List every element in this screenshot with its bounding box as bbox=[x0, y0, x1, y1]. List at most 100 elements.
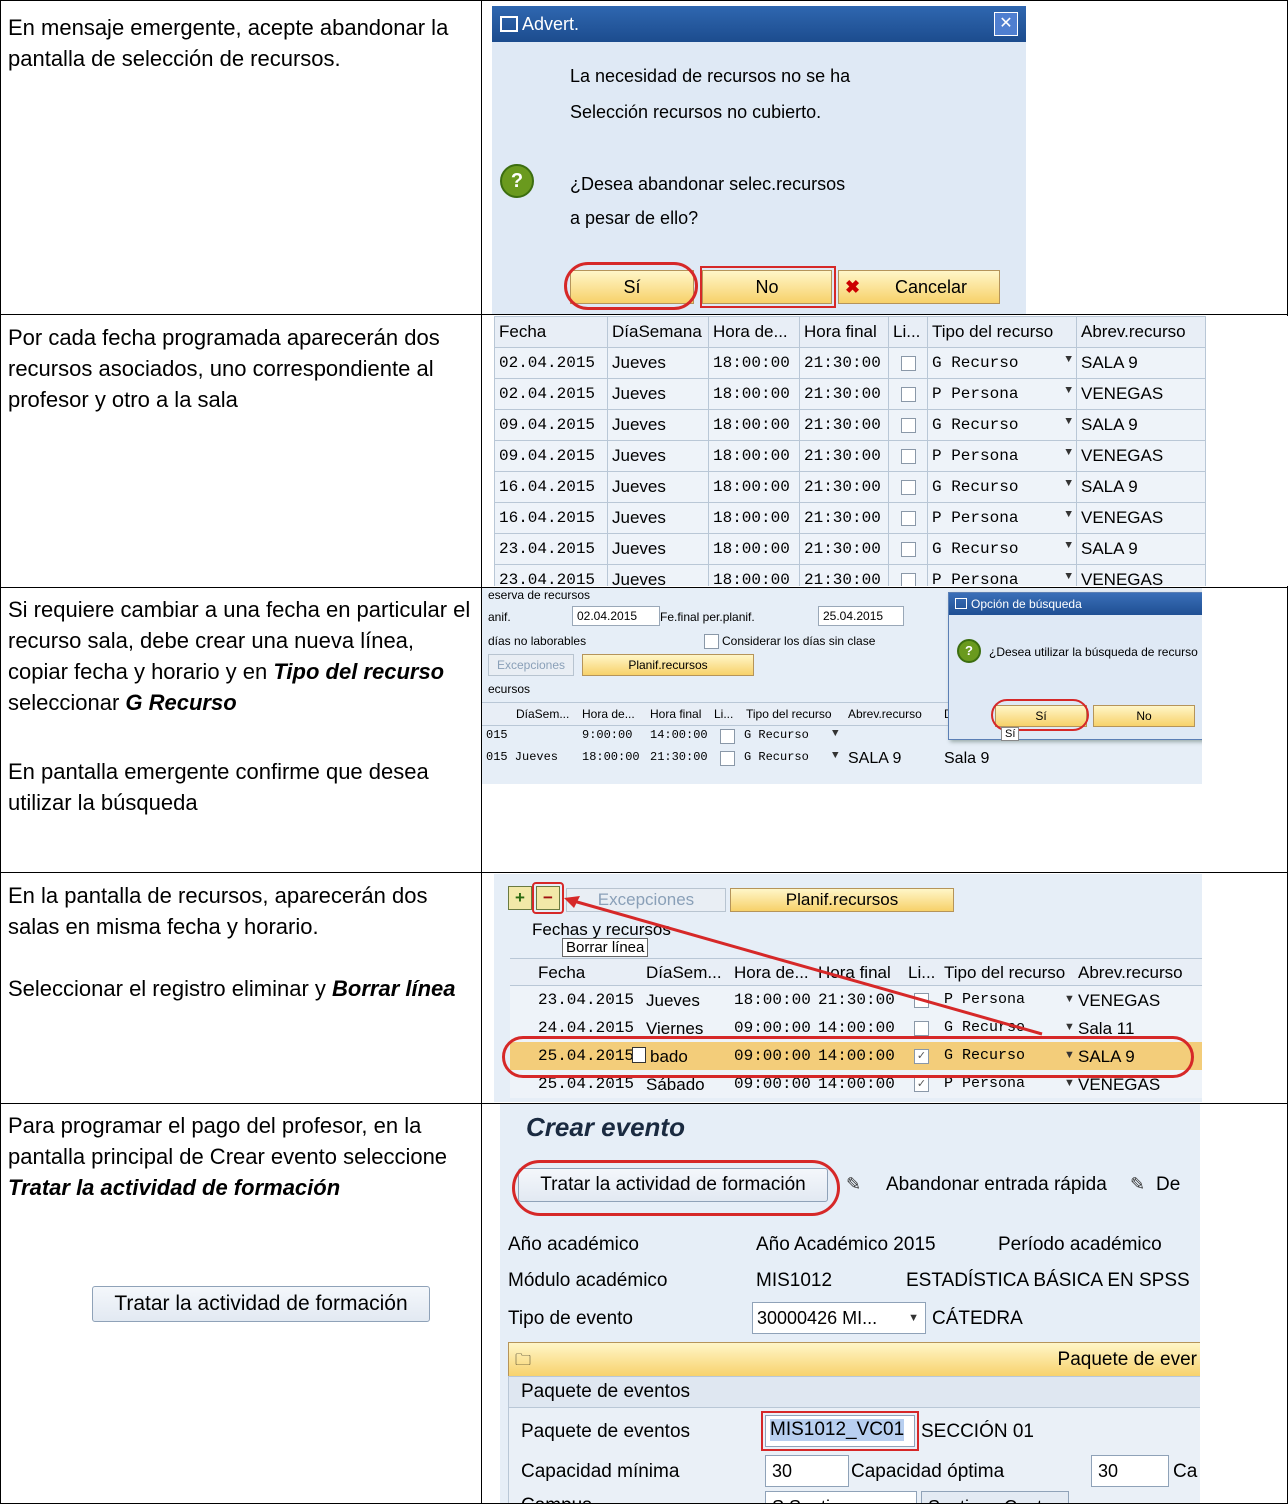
checkbox[interactable] bbox=[900, 449, 916, 465]
col-tipo-recurso[interactable]: Tipo del recurso bbox=[927, 316, 1077, 348]
dropdown-arrow-icon[interactable]: ▼ bbox=[1065, 447, 1072, 459]
cell-tipo[interactable]: G Recurso ▼ bbox=[927, 347, 1077, 379]
capopt-input[interactable]: 30 bbox=[1091, 1455, 1169, 1487]
cell-tipo[interactable]: G Recurso ▼ bbox=[927, 533, 1077, 565]
cell-fecha[interactable]: 23.04.2015 bbox=[494, 533, 608, 565]
cell-hora-final[interactable]: 21:30:00 bbox=[799, 440, 889, 472]
planif-recursos-button[interactable]: Planif.recursos bbox=[582, 654, 754, 676]
tratar-actividad-button-sample[interactable]: Tratar la actividad de formación bbox=[92, 1286, 430, 1322]
table-row[interactable]: 16.04.2015 Jueves 18:00:00 21:30:00 G Re… bbox=[494, 471, 1206, 503]
capmin-input[interactable]: 30 bbox=[765, 1455, 849, 1487]
campus-input[interactable]: S Santiago bbox=[765, 1491, 917, 1503]
col-hora-final[interactable]: Hora final bbox=[799, 316, 889, 348]
checkbox[interactable] bbox=[900, 356, 916, 372]
cell-hora-de[interactable]: 9:00:00 bbox=[582, 728, 632, 742]
cell-fecha[interactable]: 015 bbox=[486, 728, 508, 742]
cell-hora-final[interactable]: 21:30:00 bbox=[799, 347, 889, 379]
col-diasem[interactable]: DíaSem... bbox=[516, 707, 569, 721]
cell-hora-de[interactable]: 18:00:00 bbox=[708, 502, 800, 534]
col-tipo[interactable]: Tipo del recurso bbox=[746, 707, 832, 721]
checkbox[interactable] bbox=[900, 573, 916, 586]
table-row[interactable]: 015 Jueves 18:00:00 21:30:00 G Recurso ▼… bbox=[482, 748, 1202, 768]
cell-tipo[interactable]: P Persona ▼ bbox=[927, 502, 1077, 534]
cell-tipo[interactable]: P Persona ▼ bbox=[927, 564, 1077, 586]
cell-hora-final[interactable]: 14:00:00 bbox=[650, 728, 708, 742]
table-row[interactable]: 16.04.2015 Jueves 18:00:00 21:30:00 P Pe… bbox=[494, 502, 1206, 534]
cell-d[interactable]: Sala 9 bbox=[944, 750, 989, 768]
cell-hora-final[interactable]: 21:30:00 bbox=[650, 750, 708, 764]
edit-icon[interactable]: ✎ bbox=[846, 1174, 861, 1195]
cell-fecha[interactable]: 015 Jueves bbox=[486, 750, 558, 764]
cell-abrev[interactable]: VENEGAS bbox=[1076, 502, 1206, 534]
dropdown-arrow-icon[interactable]: ▼ bbox=[1065, 509, 1072, 521]
paquete-toggle-bar[interactable]: 🗀 Paquete de ever bbox=[508, 1342, 1200, 1378]
no-button[interactable]: No bbox=[1093, 705, 1195, 727]
cell-hora-final[interactable]: 21:30:00 bbox=[799, 502, 889, 534]
close-icon[interactable]: ✕ bbox=[994, 12, 1018, 36]
sinclase-checkbox[interactable] bbox=[704, 634, 719, 649]
end-date-field[interactable]: 25.04.2015 bbox=[818, 606, 904, 626]
cell-fecha[interactable]: 09.04.2015 bbox=[494, 409, 608, 441]
cell-tipo[interactable]: G Recurso ▼ bbox=[927, 409, 1077, 441]
cell-fecha[interactable]: 09.04.2015 bbox=[494, 440, 608, 472]
checkbox[interactable] bbox=[720, 751, 735, 766]
table-row[interactable]: 23.04.2015 Jueves 18:00:00 21:30:00 G Re… bbox=[494, 533, 1206, 565]
cell-tipo[interactable]: P Persona ▼ bbox=[927, 440, 1077, 472]
col-fecha[interactable]: Fecha bbox=[494, 316, 608, 348]
cell-tipo[interactable]: G Recurso bbox=[744, 728, 809, 742]
checkbox[interactable] bbox=[900, 542, 916, 558]
table-row[interactable]: 02.04.2015 Jueves 18:00:00 21:30:00 P Pe… bbox=[494, 378, 1206, 410]
table-row[interactable]: 09.04.2015 Jueves 18:00:00 21:30:00 G Re… bbox=[494, 409, 1206, 441]
cell-fecha[interactable]: 23.04.2015 bbox=[494, 564, 608, 586]
cell-abrev[interactable]: SALA 9 bbox=[1076, 409, 1206, 441]
cell-hora-de[interactable]: 18:00:00 bbox=[708, 378, 800, 410]
cell-hora-final[interactable]: 21:30:00 bbox=[799, 564, 889, 586]
col-hora-de[interactable]: Hora de... bbox=[708, 316, 800, 348]
start-date-field[interactable]: 02.04.2015 bbox=[572, 606, 660, 626]
cell-hora-de[interactable]: 18:00:00 bbox=[708, 564, 800, 586]
cell-hora-final[interactable]: 21:30:00 bbox=[799, 533, 889, 565]
checkbox[interactable] bbox=[720, 729, 735, 744]
col-abrev-recurso[interactable]: Abrev.recurso bbox=[1076, 316, 1206, 348]
cell-abrev[interactable]: VENEGAS bbox=[1076, 564, 1206, 586]
dropdown-arrow-icon[interactable]: ▼ bbox=[832, 728, 839, 740]
col-li[interactable]: Li... bbox=[888, 316, 928, 348]
col-li[interactable]: Li... bbox=[714, 707, 733, 721]
checkbox[interactable] bbox=[900, 480, 916, 496]
cell-abrev[interactable]: SALA 9 bbox=[1076, 347, 1206, 379]
cell-hora-final[interactable]: 21:30:00 bbox=[799, 471, 889, 503]
checkbox[interactable] bbox=[900, 387, 916, 403]
cell-abrev[interactable]: VENEGAS bbox=[1076, 378, 1206, 410]
cell-fecha[interactable]: 02.04.2015 bbox=[494, 378, 608, 410]
excepciones-button[interactable]: Excepciones bbox=[488, 654, 574, 676]
cell-hora-de[interactable]: 18:00:00 bbox=[708, 533, 800, 565]
dropdown-arrow-icon[interactable]: ▼ bbox=[832, 750, 839, 762]
cell-fecha[interactable]: 02.04.2015 bbox=[494, 347, 608, 379]
cell-hora-de[interactable]: 18:00:00 bbox=[708, 409, 800, 441]
cell-fecha[interactable]: 16.04.2015 bbox=[494, 471, 608, 503]
dropdown-arrow-icon[interactable]: ▼ bbox=[1065, 385, 1072, 397]
cell-abrev[interactable]: SALA 9 bbox=[1076, 533, 1206, 565]
dropdown-arrow-icon[interactable]: ▼ bbox=[1065, 354, 1072, 366]
cell-abrev[interactable]: SALA 9 bbox=[848, 750, 901, 768]
col-diasemana[interactable]: DíaSemana bbox=[607, 316, 709, 348]
cancel-button[interactable]: ✖ Cancelar bbox=[838, 270, 1000, 304]
col-abrev[interactable]: Abrev.recurso bbox=[848, 707, 922, 721]
cell-tipo[interactable]: P Persona ▼ bbox=[927, 378, 1077, 410]
cell-hora-final[interactable]: 21:30:00 bbox=[799, 378, 889, 410]
tipo-select[interactable]: 30000426 MI... ▼ bbox=[752, 1302, 926, 1334]
dropdown-arrow-icon[interactable]: ▼ bbox=[908, 1303, 919, 1333]
cell-hora-final[interactable]: 21:30:00 bbox=[799, 409, 889, 441]
de-button[interactable]: De bbox=[1156, 1174, 1180, 1196]
dropdown-arrow-icon[interactable]: ▼ bbox=[1065, 478, 1072, 490]
cell-abrev[interactable]: SALA 9 bbox=[1076, 471, 1206, 503]
col-hora-final[interactable]: Hora final bbox=[650, 707, 701, 721]
pencil-icon[interactable]: ✎ bbox=[1130, 1174, 1145, 1195]
dropdown-arrow-icon[interactable]: ▼ bbox=[1065, 571, 1072, 583]
dropdown-arrow-icon[interactable]: ▼ bbox=[1065, 540, 1072, 552]
cell-hora-de[interactable]: 18:00:00 bbox=[708, 440, 800, 472]
cell-hora-de[interactable]: 18:00:00 bbox=[582, 750, 640, 764]
cell-hora-de[interactable]: 18:00:00 bbox=[708, 347, 800, 379]
cell-tipo[interactable]: G Recurso bbox=[744, 750, 809, 764]
cell-hora-de[interactable]: 18:00:00 bbox=[708, 471, 800, 503]
